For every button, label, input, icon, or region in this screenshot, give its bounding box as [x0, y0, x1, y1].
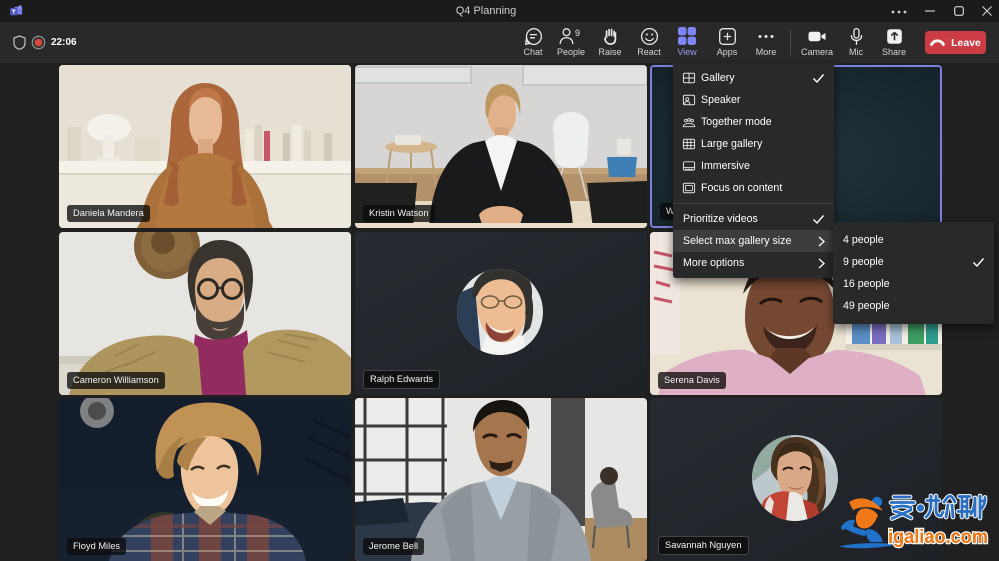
svg-text:9: 9 — [575, 28, 580, 38]
svg-text:igaliao.com: igaliao.com — [888, 527, 988, 548]
